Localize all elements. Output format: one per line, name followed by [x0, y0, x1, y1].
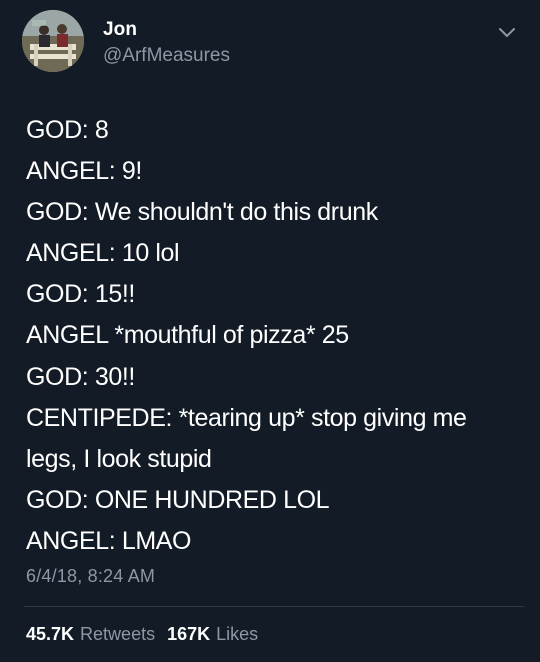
avatar[interactable] — [22, 10, 84, 72]
tweet-line: GOD: 30!! — [26, 362, 135, 391]
avatar-image — [22, 10, 84, 72]
likes-count: 167K — [167, 624, 211, 644]
tweet-line: GOD: 8 — [26, 116, 109, 144]
chevron-down-icon[interactable] — [498, 26, 516, 40]
divider — [24, 606, 524, 607]
tweet-stats: 45.7K Retweets 167K Likes — [26, 624, 258, 645]
tweet-line: legs, I look stupid — [26, 444, 212, 473]
tweet-line: ANGEL: 10 lol — [26, 239, 180, 268]
tweet-line: GOD: We shouldn't do this drunk — [26, 198, 378, 227]
author-name[interactable]: Jon — [103, 19, 137, 41]
tweet-card: Jon @ArfMeasures GOD: 8 ANGEL: 9! GOD: W… — [0, 0, 540, 662]
author-handle[interactable]: @ArfMeasures — [103, 45, 230, 67]
tweet-line: ANGEL *mouthful of pizza* 25 — [26, 321, 349, 350]
tweet-line: GOD: 15!! — [26, 280, 135, 309]
likes-label: Likes — [216, 624, 259, 644]
tweet-text: GOD: 8 ANGEL: 9! GOD: We shouldn't do th… — [26, 110, 516, 562]
tweet-line: GOD: ONE HUNDRED LOL — [26, 485, 330, 514]
tweet-header: Jon @ArfMeasures — [22, 10, 522, 72]
tweet-line: ANGEL: 9! — [26, 157, 142, 186]
retweets-count: 45.7K — [26, 624, 75, 644]
tweet-line: CENTIPEDE: *tearing up* stop giving me — [26, 403, 467, 432]
retweets-label: Retweets — [80, 624, 156, 644]
tweet-line: ANGEL: LMAO — [26, 526, 192, 555]
likes-stat[interactable]: 167K Likes — [167, 624, 258, 644]
retweets-stat[interactable]: 45.7K Retweets — [26, 624, 155, 644]
tweet-timestamp[interactable]: 6/4/18, 8:24 AM — [26, 566, 155, 587]
